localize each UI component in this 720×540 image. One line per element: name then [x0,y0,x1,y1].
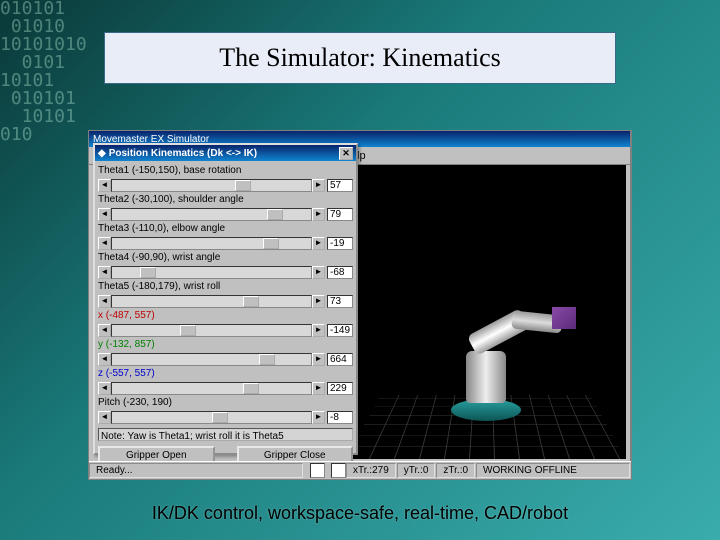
kinematics-titlebar[interactable]: ◆ Position Kinematics (Dk <-> IK) ✕ [95,145,356,161]
slider-thumb[interactable] [212,412,228,423]
arrow-left-icon[interactable]: ◄ [98,179,111,192]
robot-wrist [552,307,576,329]
param-value: 57 [327,179,353,192]
arrow-right-icon[interactable]: ► [312,208,325,221]
slider-thumb[interactable] [263,238,279,249]
slider-thumb[interactable] [243,383,259,394]
slide-title: The Simulator: Kinematics [104,32,616,84]
param-label: Theta5 (-180,179), wrist roll [98,280,353,293]
slider-thumb[interactable] [267,209,283,220]
close-icon[interactable]: ✕ [339,147,353,160]
status-xtr: xTr.:279 [346,463,396,478]
param-slider[interactable]: ◄ ►-19 [98,236,353,250]
param-label: Theta1 (-150,150), base rotation [98,164,353,177]
arrow-left-icon[interactable]: ◄ [98,266,111,279]
param-value: -19 [327,237,353,250]
arrow-right-icon[interactable]: ► [312,324,325,337]
robot-model [451,399,521,421]
arrow-right-icon[interactable]: ► [312,411,325,424]
param-label: Theta4 (-90,90), wrist angle [98,251,353,264]
arrow-right-icon[interactable]: ► [312,266,325,279]
kinematics-icon: ◆ [98,148,106,159]
param-value: -68 [327,266,353,279]
arrow-left-icon[interactable]: ◄ [98,382,111,395]
arrow-right-icon[interactable]: ► [312,353,325,366]
arrow-right-icon[interactable]: ► [312,295,325,308]
param-slider[interactable]: ◄ ►73 [98,294,353,308]
status-pose-icon [331,463,346,478]
kinematics-body: Theta1 (-150,150), base rotation◄►57Thet… [95,161,356,467]
status-mode: WORKING OFFLINE [476,463,630,478]
param-label: y (-132, 857) [98,338,353,351]
slider-thumb[interactable] [243,296,259,307]
arrow-left-icon[interactable]: ◄ [98,295,111,308]
arrow-left-icon[interactable]: ◄ [98,208,111,221]
slider-track[interactable] [111,237,312,250]
slider-track[interactable] [111,208,312,221]
slider-track[interactable] [111,179,312,192]
slider-thumb[interactable] [180,325,196,336]
param-label: Theta3 (-110,0), elbow angle [98,222,353,235]
status-pose-icon [310,463,325,478]
slide-caption: IK/DK control, workspace-safe, real-time… [0,503,720,524]
arrow-left-icon[interactable]: ◄ [98,237,111,250]
kinematics-dialog: ◆ Position Kinematics (Dk <-> IK) ✕ Thet… [93,143,358,455]
arrow-right-icon[interactable]: ► [312,179,325,192]
param-slider[interactable]: ◄ ►79 [98,207,353,221]
slider-track[interactable] [111,324,312,337]
note-text: Note: Yaw is Theta1; wrist roll it is Th… [98,428,353,441]
status-ready: Ready... [89,463,303,478]
slider-thumb[interactable] [140,267,156,278]
app-screenshot: Movemaster EX Simulator Help ◆ Position … [88,130,632,480]
arrow-right-icon[interactable]: ► [312,382,325,395]
param-label: z (-557, 557) [98,367,353,380]
param-label: Theta2 (-30,100), shoulder angle [98,193,353,206]
arrow-left-icon[interactable]: ◄ [98,411,111,424]
slider-track[interactable] [111,411,312,424]
status-ytr: yTr.:0 [397,463,436,478]
param-slider[interactable]: ◄ ►57 [98,178,353,192]
slider-track[interactable] [111,266,312,279]
param-value: -149 [327,324,353,337]
slider-track[interactable] [111,353,312,366]
param-slider[interactable]: ◄ ►-149 [98,323,353,337]
param-slider[interactable]: ◄ ►-68 [98,265,353,279]
status-ztr: zTr.:0 [436,463,475,478]
slider-track[interactable] [111,382,312,395]
param-slider[interactable]: ◄ ►664 [98,352,353,366]
slider-thumb[interactable] [259,354,275,365]
param-value: 664 [327,353,353,366]
kinematics-title-text: Position Kinematics (Dk <-> IK) [109,148,257,159]
3d-viewport[interactable] [345,165,626,459]
status-bar: Ready... xTr.:279 yTr.:0 zTr.:0 WORKING … [89,461,631,479]
param-value: 73 [327,295,353,308]
param-label: Pitch (-230, 190) [98,396,353,409]
param-value: -8 [327,411,353,424]
robot-pillar [466,351,506,403]
slider-track[interactable] [111,295,312,308]
param-value: 229 [327,382,353,395]
arrow-right-icon[interactable]: ► [312,237,325,250]
slider-thumb[interactable] [235,180,251,191]
param-value: 79 [327,208,353,221]
param-slider[interactable]: ◄ ►229 [98,381,353,395]
param-label: x (-487, 557) [98,309,353,322]
param-slider[interactable]: ◄ ►-8 [98,410,353,424]
arrow-left-icon[interactable]: ◄ [98,353,111,366]
arrow-left-icon[interactable]: ◄ [98,324,111,337]
